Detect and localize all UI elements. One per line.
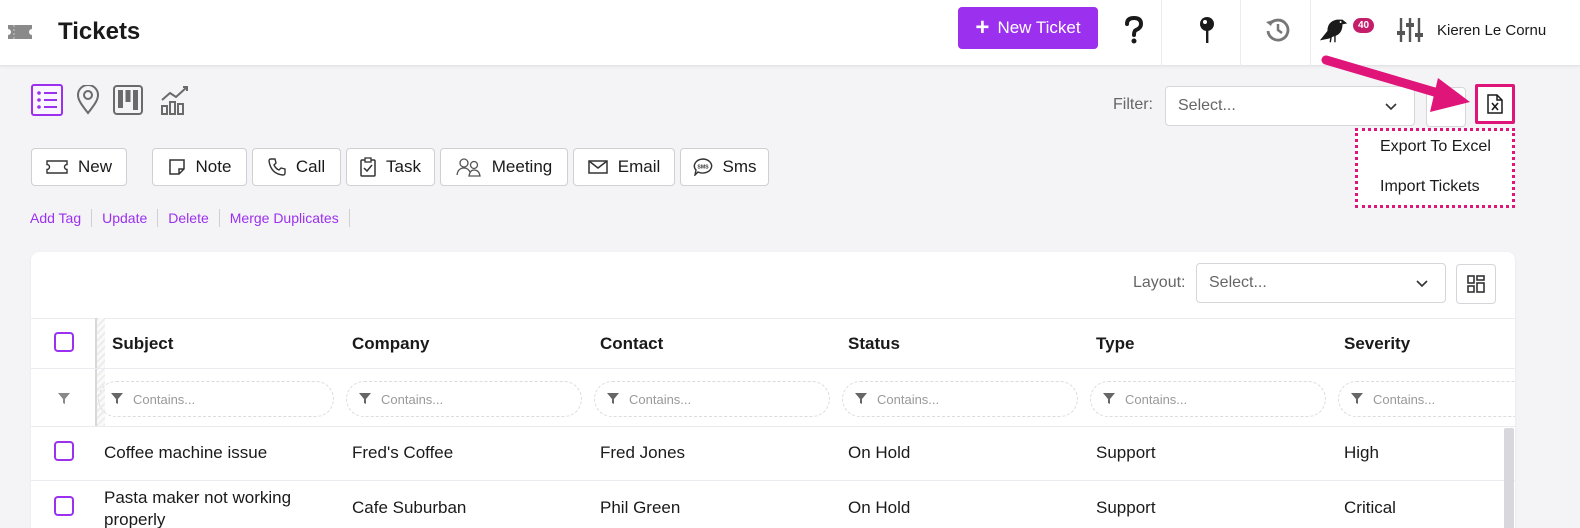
table-cell-contact[interactable]: Phil Green bbox=[600, 498, 680, 518]
subject-filter-input[interactable]: Contains... bbox=[98, 381, 334, 417]
new-activity-button[interactable]: New bbox=[31, 148, 127, 186]
delete-link[interactable]: Delete bbox=[158, 209, 220, 227]
row-checkbox[interactable] bbox=[54, 441, 74, 461]
note-icon bbox=[168, 159, 185, 175]
kanban-view-icon[interactable] bbox=[112, 84, 144, 116]
table-cell-status[interactable]: On Hold bbox=[848, 443, 910, 463]
table-cell-company[interactable]: Cafe Suburban bbox=[352, 498, 466, 518]
table-cell-subject[interactable]: Coffee machine issue bbox=[104, 443, 267, 463]
column-header-subject[interactable]: Subject bbox=[112, 334, 173, 354]
help-icon[interactable] bbox=[1118, 12, 1150, 48]
filter-row-funnel-icon bbox=[58, 393, 70, 404]
settings-sliders-icon[interactable] bbox=[1394, 12, 1426, 48]
note-button[interactable]: Note bbox=[152, 148, 247, 186]
table-cell-severity[interactable]: Critical bbox=[1344, 498, 1396, 518]
bulk-actions-links: Add Tag Update Delete Merge Duplicates bbox=[30, 209, 350, 227]
filter-label: Filter: bbox=[1113, 96, 1153, 113]
filter-select[interactable]: Select... bbox=[1165, 86, 1415, 126]
email-button[interactable]: Email bbox=[573, 148, 675, 186]
new-ticket-label: New Ticket bbox=[997, 18, 1081, 37]
call-label: Call bbox=[295, 157, 326, 176]
table-cell-contact[interactable]: Fred Jones bbox=[600, 443, 685, 463]
envelope-icon bbox=[587, 160, 608, 174]
map-pin-icon[interactable] bbox=[1191, 12, 1223, 48]
meeting-label: Meeting bbox=[491, 157, 553, 176]
filter-select-value: Select... bbox=[1178, 97, 1236, 114]
type-filter-input[interactable]: Contains... bbox=[1090, 381, 1326, 417]
add-tag-link[interactable]: Add Tag bbox=[30, 209, 93, 227]
table-cell-subject[interactable]: Pasta maker not working properly bbox=[104, 487, 314, 528]
column-header-status[interactable]: Status bbox=[848, 334, 900, 354]
new-activity-label: New bbox=[77, 157, 112, 176]
notification-count-badge: 40 bbox=[1353, 18, 1375, 33]
user-name[interactable]: Kieren Le Cornu bbox=[1437, 22, 1546, 39]
layout-select-value: Select... bbox=[1209, 274, 1267, 291]
column-header-contact[interactable]: Contact bbox=[600, 334, 663, 354]
table-cell-status[interactable]: On Hold bbox=[848, 498, 910, 518]
task-button[interactable]: Task bbox=[346, 148, 435, 186]
excel-dropdown-menu: Export To Excel Import Tickets bbox=[1355, 128, 1515, 208]
note-label: Note bbox=[195, 157, 232, 176]
funnel-icon bbox=[607, 393, 619, 404]
email-label: Email bbox=[617, 157, 661, 176]
sms-button[interactable]: SMS Sms bbox=[680, 148, 769, 186]
sms-label: Sms bbox=[722, 157, 757, 176]
meeting-button[interactable]: Meeting bbox=[440, 148, 568, 186]
excel-menu-button[interactable] bbox=[1475, 84, 1515, 124]
select-all-checkbox[interactable] bbox=[54, 332, 74, 352]
company-filter-input[interactable]: Contains... bbox=[346, 381, 582, 417]
funnel-icon bbox=[855, 393, 867, 404]
plus-icon: + bbox=[975, 14, 990, 41]
excel-file-icon bbox=[1487, 94, 1503, 114]
funnel-icon bbox=[359, 393, 371, 404]
page-title: Tickets bbox=[58, 18, 141, 45]
severity-filter-input[interactable]: Contains... bbox=[1338, 381, 1515, 417]
history-icon[interactable] bbox=[1262, 12, 1294, 48]
chart-view-icon[interactable] bbox=[159, 84, 191, 116]
table-cell-company[interactable]: Fred's Coffee bbox=[352, 443, 453, 463]
column-header-severity[interactable]: Severity bbox=[1344, 334, 1410, 354]
sms-bubble-icon: SMS bbox=[693, 158, 712, 176]
task-label: Task bbox=[386, 157, 421, 176]
funnel-icon bbox=[1103, 393, 1115, 404]
table-cell-type[interactable]: Support bbox=[1096, 498, 1156, 518]
contact-filter-input[interactable]: Contains... bbox=[594, 381, 830, 417]
merge-duplicates-link[interactable]: Merge Duplicates bbox=[220, 209, 350, 227]
column-header-type[interactable]: Type bbox=[1096, 334, 1134, 354]
phone-icon bbox=[268, 158, 286, 176]
ticket-icon bbox=[46, 160, 68, 174]
layout-label: Layout: bbox=[1133, 274, 1186, 291]
chevron-down-icon bbox=[1385, 103, 1397, 111]
export-to-excel-item[interactable]: Export To Excel bbox=[1380, 138, 1491, 156]
table-cell-severity[interactable]: High bbox=[1344, 443, 1379, 463]
new-ticket-button[interactable]: + New Ticket bbox=[958, 7, 1098, 49]
update-link[interactable]: Update bbox=[92, 209, 159, 227]
top-bar: Tickets + New Ticket 40 Kieren Le Cornu bbox=[0, 0, 1580, 66]
ticket-app-icon[interactable] bbox=[6, 22, 34, 42]
funnel-icon bbox=[1351, 393, 1363, 404]
map-view-icon[interactable] bbox=[72, 84, 104, 116]
import-tickets-item[interactable]: Import Tickets bbox=[1380, 178, 1480, 196]
svg-text:SMS: SMS bbox=[697, 165, 709, 171]
clipboard-check-icon bbox=[360, 157, 376, 177]
status-filter-input[interactable]: Contains... bbox=[842, 381, 1078, 417]
layout-select[interactable]: Select... bbox=[1196, 263, 1446, 303]
bird-notifications-icon[interactable] bbox=[1318, 12, 1350, 48]
row-checkbox[interactable] bbox=[54, 496, 74, 516]
funnel-icon bbox=[111, 393, 123, 404]
grid-layout-icon bbox=[1467, 275, 1485, 293]
table-scrollbar[interactable] bbox=[1504, 428, 1514, 528]
call-button[interactable]: Call bbox=[252, 148, 341, 186]
chevron-down-icon bbox=[1416, 280, 1428, 288]
layout-grid-button[interactable] bbox=[1456, 264, 1496, 304]
column-header-company[interactable]: Company bbox=[352, 334, 429, 354]
meeting-icon bbox=[456, 158, 481, 177]
tickets-table-card: Layout: Select... Subject Company Contac… bbox=[31, 252, 1515, 528]
filter-funnel-button[interactable] bbox=[1426, 87, 1466, 127]
list-view-icon[interactable] bbox=[31, 84, 63, 116]
table-cell-type[interactable]: Support bbox=[1096, 443, 1156, 463]
